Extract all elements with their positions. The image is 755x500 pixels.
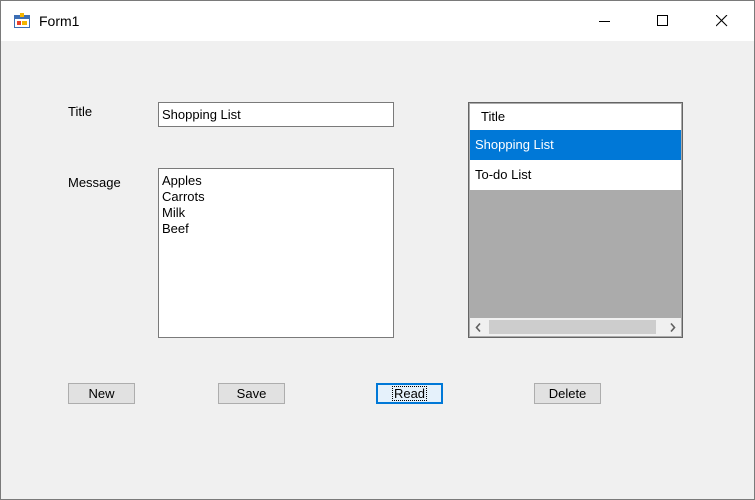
- message-line: Beef: [162, 221, 189, 236]
- minimize-icon: [599, 21, 610, 22]
- message-line: Apples: [162, 173, 202, 188]
- maximize-icon: [657, 15, 668, 26]
- delete-button[interactable]: Delete: [534, 383, 601, 404]
- list-item-shopping-list[interactable]: Shopping List: [470, 130, 681, 160]
- scroll-thumb[interactable]: [489, 320, 656, 334]
- message-textarea[interactable]: Apples Carrots Milk Beef: [158, 168, 394, 338]
- read-button[interactable]: Read: [376, 383, 443, 404]
- new-button[interactable]: New: [68, 383, 135, 404]
- scroll-left-button[interactable]: [470, 318, 487, 336]
- save-button[interactable]: Save: [218, 383, 285, 404]
- form1-window: Form1 Title Shopping List Message Apples…: [0, 0, 755, 500]
- maximize-button[interactable]: [634, 1, 692, 41]
- notes-listview[interactable]: Title Shopping List To-do List: [468, 102, 683, 338]
- column-header-title[interactable]: Title: [470, 104, 681, 130]
- title-label: Title: [68, 104, 93, 119]
- horizontal-scrollbar[interactable]: [470, 318, 681, 336]
- winforms-app-icon[interactable]: [14, 13, 30, 29]
- window-title: Form1: [39, 13, 80, 29]
- scroll-right-button[interactable]: [664, 318, 681, 336]
- title-input[interactable]: Shopping List: [158, 102, 394, 127]
- message-line: Carrots: [162, 189, 205, 204]
- list-item-todo-list[interactable]: To-do List: [470, 160, 681, 190]
- chevron-right-icon: [670, 323, 676, 332]
- read-button-label: Read: [391, 386, 428, 401]
- minimize-button[interactable]: [576, 1, 634, 41]
- close-icon: [716, 15, 728, 27]
- chevron-left-icon: [475, 323, 481, 332]
- title-bar[interactable]: Form1: [1, 1, 754, 41]
- close-button[interactable]: [693, 1, 751, 41]
- message-line: Milk: [162, 205, 186, 220]
- message-label: Message: [68, 175, 121, 190]
